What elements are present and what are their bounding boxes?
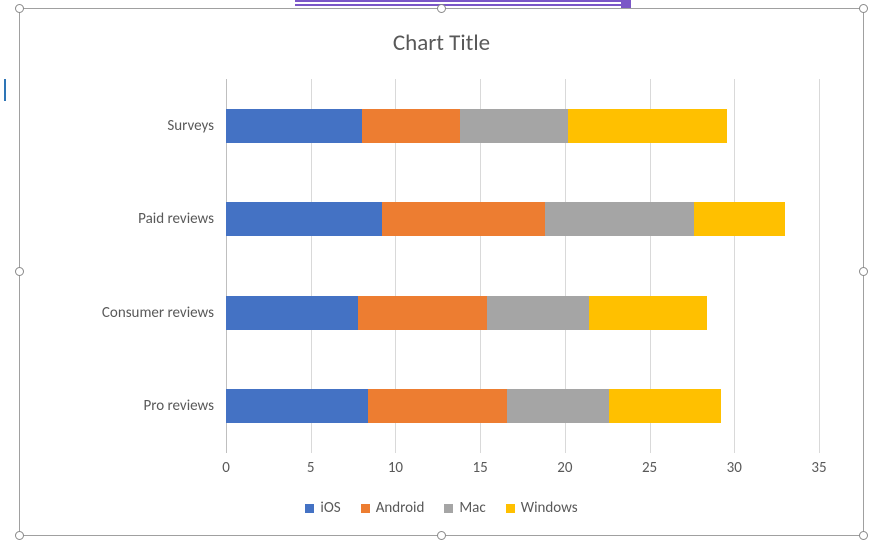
bar-row[interactable]: [226, 389, 819, 423]
bar-segment-ios[interactable]: [226, 202, 382, 236]
bar-segment-android[interactable]: [358, 296, 487, 330]
legend-label: iOS: [320, 499, 340, 517]
bar-segment-ios[interactable]: [226, 389, 368, 423]
legend-item-mac[interactable]: Mac: [444, 499, 485, 517]
category-label: Pro reviews: [143, 397, 214, 415]
resize-handle-bm[interactable]: [437, 531, 446, 540]
legend-swatch: [444, 504, 453, 513]
bar-segment-android[interactable]: [368, 389, 507, 423]
bar-segment-mac[interactable]: [487, 296, 589, 330]
legend-item-ios[interactable]: iOS: [305, 499, 340, 517]
x-tick-label: 20: [557, 459, 572, 477]
resize-handle-tl[interactable]: [15, 4, 24, 13]
category-label: Consumer reviews: [102, 304, 214, 322]
bar-segment-mac[interactable]: [460, 109, 568, 143]
resize-handle-br[interactable]: [859, 531, 868, 540]
source-range-marker: [295, 0, 630, 6]
chart-title[interactable]: Chart Title: [26, 29, 857, 57]
legend-label: Android: [376, 499, 425, 517]
cell-selection-edge: [0, 79, 6, 101]
chart-object[interactable]: Chart Title Pro reviewsConsumer reviewsP…: [19, 8, 864, 536]
bars-region: [226, 79, 819, 453]
category-label: Surveys: [167, 117, 214, 135]
value-axis-labels: 05101520253035: [226, 459, 819, 481]
category-label: Paid reviews: [138, 210, 214, 228]
x-tick-label: 25: [642, 459, 657, 477]
bar-segment-mac[interactable]: [507, 389, 609, 423]
legend-item-android[interactable]: Android: [361, 499, 425, 517]
resize-handle-tr[interactable]: [859, 4, 868, 13]
category-axis-labels: Pro reviews Consumer reviews Paid reviews S…: [76, 79, 214, 453]
bar-segment-windows[interactable]: [609, 389, 721, 423]
resize-handle-ml[interactable]: [15, 267, 24, 276]
x-tick-label: 0: [222, 459, 230, 477]
bar-segment-mac[interactable]: [545, 202, 694, 236]
resize-handle-bl[interactable]: [15, 531, 24, 540]
legend-label: Windows: [521, 499, 578, 517]
bar-segment-android[interactable]: [362, 109, 460, 143]
x-tick-label: 35: [811, 459, 826, 477]
legend-label: Mac: [459, 499, 485, 517]
bar-segment-windows[interactable]: [694, 202, 785, 236]
gridline: [819, 79, 820, 453]
legend[interactable]: iOS Android Mac Windows: [26, 499, 857, 517]
bar-segment-windows[interactable]: [589, 296, 708, 330]
plot-area[interactable]: Pro reviews Consumer reviews Paid reviews S…: [76, 79, 829, 453]
bar-segment-android[interactable]: [382, 202, 545, 236]
bar-row[interactable]: [226, 202, 819, 236]
legend-swatch: [305, 504, 314, 513]
chart-area[interactable]: Chart Title Pro reviewsConsumer reviewsP…: [26, 15, 857, 529]
bar-row[interactable]: [226, 109, 819, 143]
x-tick-label: 5: [307, 459, 315, 477]
bar-row[interactable]: [226, 296, 819, 330]
x-tick-label: 30: [727, 459, 742, 477]
bar-segment-ios[interactable]: [226, 109, 362, 143]
legend-item-windows[interactable]: Windows: [506, 499, 578, 517]
bar-segment-ios[interactable]: [226, 296, 358, 330]
legend-swatch: [506, 504, 515, 513]
resize-handle-mr[interactable]: [859, 267, 868, 276]
legend-swatch: [361, 504, 370, 513]
x-tick-label: 15: [473, 459, 488, 477]
bar-segment-windows[interactable]: [568, 109, 727, 143]
x-tick-label: 10: [388, 459, 403, 477]
resize-handle-tm[interactable]: [437, 4, 446, 13]
